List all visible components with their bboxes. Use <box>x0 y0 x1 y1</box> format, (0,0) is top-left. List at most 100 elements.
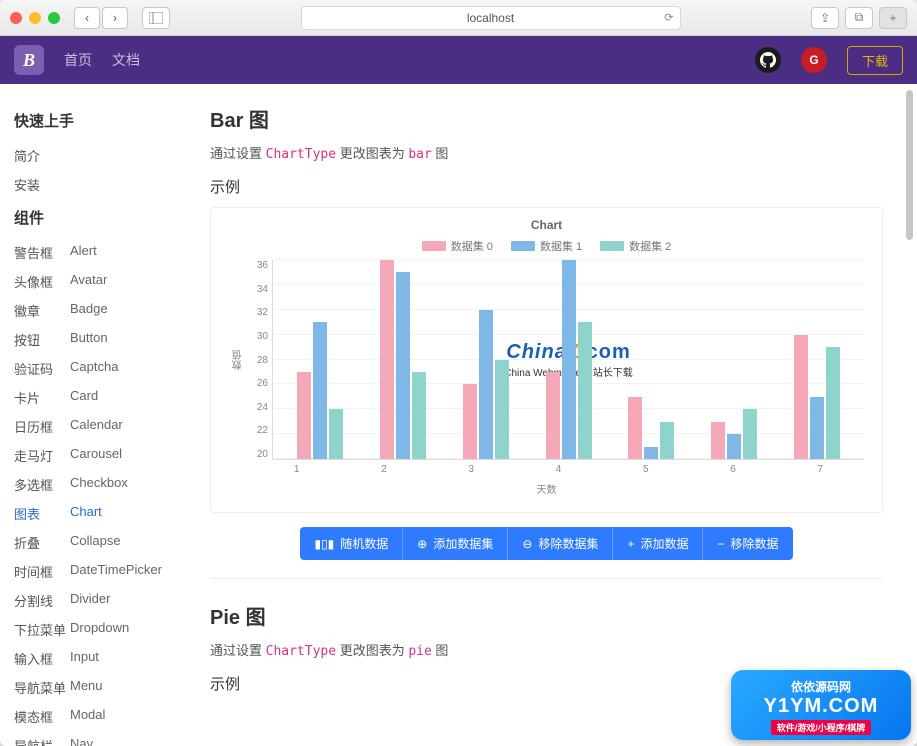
pie-section-title: Pie 图 <box>210 601 883 630</box>
bar[interactable] <box>380 260 394 459</box>
example-label: 示例 <box>210 176 883 197</box>
sidebar-item[interactable]: 安装 <box>14 170 200 199</box>
bar[interactable] <box>329 409 343 459</box>
x-axis-label: 天数 <box>229 481 864 496</box>
minus-icon: − <box>717 537 724 551</box>
bar-group <box>279 260 362 459</box>
bar[interactable] <box>546 372 560 459</box>
app-logo[interactable]: B <box>14 45 44 75</box>
new-tab-button[interactable]: + <box>879 7 907 29</box>
bar-group <box>610 260 693 459</box>
bar[interactable] <box>463 384 477 459</box>
close-window-button[interactable] <box>10 12 22 24</box>
bar-section-title: Bar 图 <box>210 104 883 133</box>
sidebar-item[interactable]: 验证码Captcha <box>14 354 200 383</box>
app-header: B 首页 文档 G 下载 <box>0 36 917 84</box>
chart-plot: ChinaZ.com China Webmaster|站长下载 <box>272 260 864 460</box>
plus-circle-icon: ⊕ <box>417 537 427 551</box>
bar[interactable] <box>562 260 576 459</box>
sidebar-item[interactable]: 卡片Card <box>14 383 200 412</box>
x-axis: 1234567 <box>253 460 864 475</box>
bar-group <box>444 260 527 459</box>
sidebar-item[interactable]: 头像框Avatar <box>14 267 200 296</box>
gitee-icon[interactable]: G <box>801 47 827 73</box>
bar[interactable] <box>794 335 808 459</box>
sidebar-group-title: 组件 <box>14 207 200 228</box>
sidebar-item[interactable]: 简介 <box>14 141 200 170</box>
sidebar-item[interactable]: 折叠Collapse <box>14 528 200 557</box>
sidebar-item[interactable]: 时间框DateTimePicker <box>14 557 200 586</box>
bar[interactable] <box>660 422 674 459</box>
bar[interactable] <box>727 434 741 459</box>
bar[interactable] <box>628 397 642 459</box>
bar[interactable] <box>711 422 725 459</box>
sidebar-item[interactable]: 下拉菜单Dropdown <box>14 615 200 644</box>
legend-item[interactable]: 数据集 2 <box>600 238 671 254</box>
sidebar-group-title: 快速上手 <box>14 110 200 131</box>
download-button[interactable]: 下载 <box>847 46 903 75</box>
reload-icon[interactable]: ⟳ <box>664 11 673 24</box>
sidebar-toggle-button[interactable] <box>142 7 170 29</box>
forward-button[interactable]: › <box>102 7 128 29</box>
bar[interactable] <box>396 272 410 459</box>
bar-group <box>527 260 610 459</box>
sidebar-item[interactable]: 徽章Badge <box>14 296 200 325</box>
bar-group <box>775 260 858 459</box>
sidebar-item[interactable]: 输入框Input <box>14 644 200 673</box>
sidebar-item[interactable]: 警告框Alert <box>14 238 200 267</box>
sidebar-item[interactable]: 导航菜单Menu <box>14 673 200 702</box>
bar-group <box>362 260 445 459</box>
bar[interactable] <box>826 347 840 459</box>
add-data-button[interactable]: +添加数据 <box>612 527 702 560</box>
chart-actions: ▮▯▮随机数据 ⊕添加数据集 ⊖移除数据集 +添加数据 −移除数据 <box>210 527 883 560</box>
bar[interactable] <box>578 322 592 459</box>
bar-chart-icon: ▮▯▮ <box>314 537 334 551</box>
pie-description: 通过设置 ChartType 更改图表为 pie 图 <box>210 640 883 659</box>
bar[interactable] <box>412 372 426 459</box>
nav-docs[interactable]: 文档 <box>112 50 140 70</box>
remove-data-button[interactable]: −移除数据 <box>702 527 792 560</box>
sidebar-item[interactable]: 分割线Divider <box>14 586 200 615</box>
random-data-button[interactable]: ▮▯▮随机数据 <box>300 527 402 560</box>
bar[interactable] <box>644 447 658 459</box>
chart-title: Chart <box>229 218 864 232</box>
nav-home[interactable]: 首页 <box>64 50 92 70</box>
share-button[interactable]: ⇪ <box>811 7 839 29</box>
sidebar-item[interactable]: 导航栏Nav <box>14 731 200 746</box>
bar[interactable] <box>313 322 327 459</box>
bar[interactable] <box>479 310 493 459</box>
scrollbar-thumb[interactable] <box>906 90 913 240</box>
address-bar[interactable]: localhost ⟳ <box>301 6 681 30</box>
legend-item[interactable]: 数据集 1 <box>511 238 582 254</box>
legend-item[interactable]: 数据集 0 <box>422 238 493 254</box>
tabs-button[interactable]: ⧉ <box>845 7 873 29</box>
bar[interactable] <box>743 409 757 459</box>
bar-description: 通过设置 ChartType 更改图表为 bar 图 <box>210 143 883 162</box>
bar[interactable] <box>810 397 824 459</box>
add-dataset-button[interactable]: ⊕添加数据集 <box>402 527 507 560</box>
sidebar: 快速上手简介安装组件警告框Alert头像框Avatar徽章Badge按钮Butt… <box>0 84 200 746</box>
bar-group <box>693 260 776 459</box>
sidebar-item[interactable]: 走马灯Carousel <box>14 441 200 470</box>
back-button[interactable]: ‹ <box>74 7 100 29</box>
remove-dataset-button[interactable]: ⊖移除数据集 <box>507 527 612 560</box>
bar[interactable] <box>297 372 311 459</box>
promo-banner[interactable]: 依依源码网 Y1YM.COM 软件/游戏/小程序/棋牌 <box>731 670 911 740</box>
bar-chart: Chart 数据集 0 数据集 1 数据集 2 数值 363432302826242… <box>210 207 883 513</box>
sidebar-item[interactable]: 图表Chart <box>14 499 200 528</box>
maximize-window-button[interactable] <box>48 12 60 24</box>
sidebar-item[interactable]: 按钮Button <box>14 325 200 354</box>
address-text: localhost <box>467 11 514 25</box>
github-icon[interactable] <box>755 47 781 73</box>
y-axis: 363432302826242220 <box>248 260 272 460</box>
plus-icon: + <box>627 537 634 551</box>
y-axis-label: 数值 <box>229 350 248 370</box>
sidebar-item[interactable]: 多选框Checkbox <box>14 470 200 499</box>
minimize-window-button[interactable] <box>29 12 41 24</box>
browser-titlebar: ‹ › localhost ⟳ ⇪ ⧉ + <box>0 0 917 36</box>
vertical-scrollbar[interactable] <box>906 84 913 746</box>
sidebar-item[interactable]: 模态框Modal <box>14 702 200 731</box>
bar[interactable] <box>495 360 509 460</box>
minus-circle-icon: ⊖ <box>522 537 532 551</box>
sidebar-item[interactable]: 日历框Calendar <box>14 412 200 441</box>
